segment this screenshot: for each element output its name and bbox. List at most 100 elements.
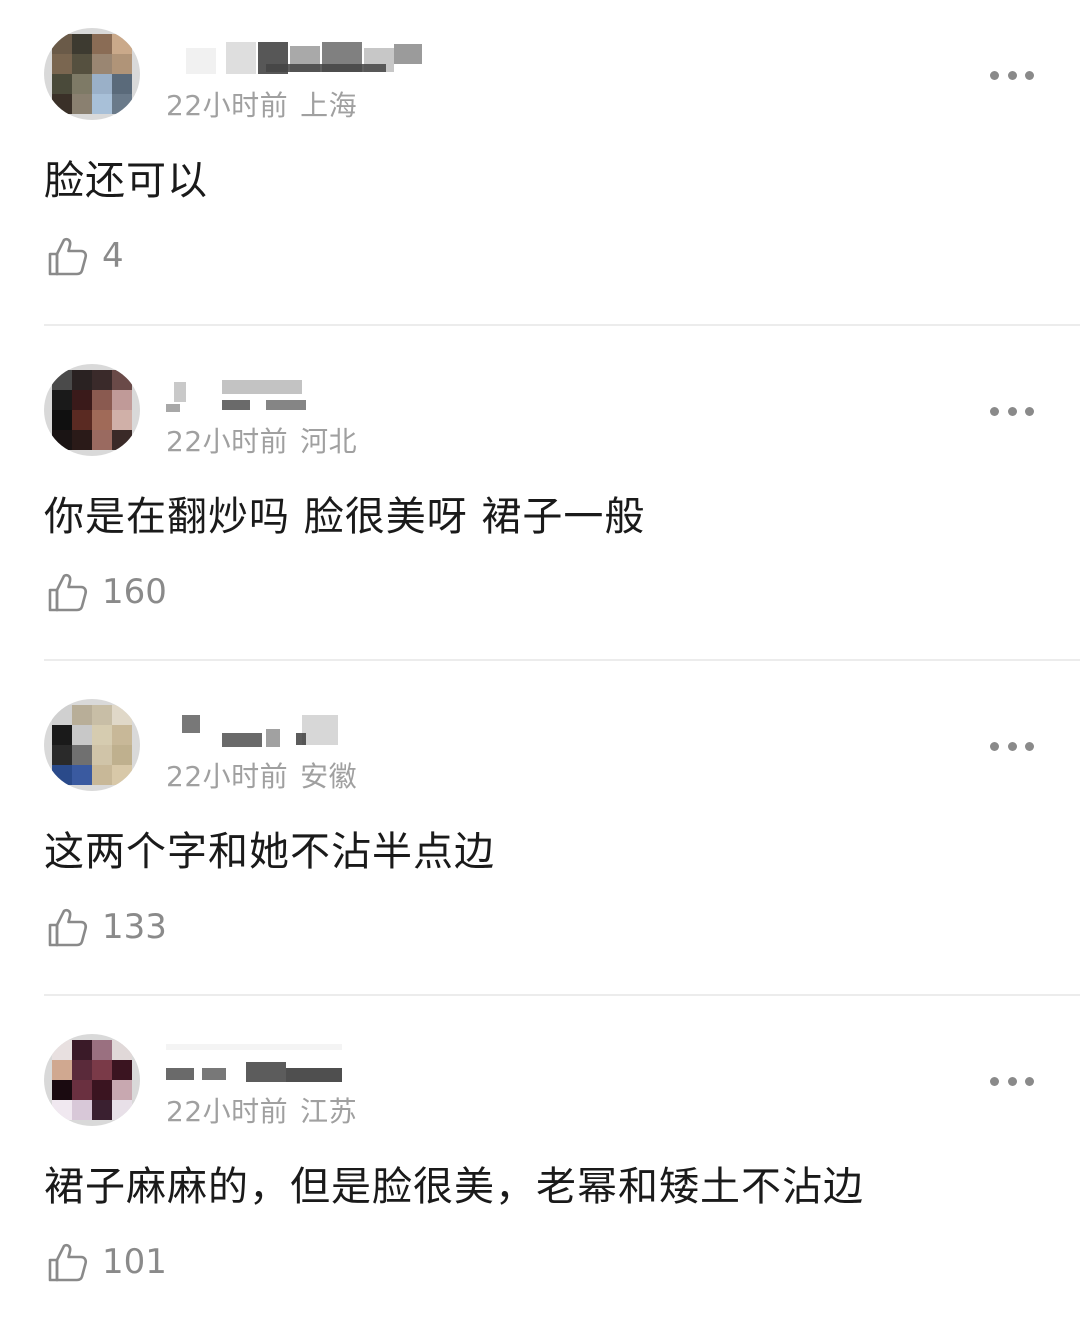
comment-time: 22小时前 (166, 89, 289, 122)
avatar-pixel (92, 54, 112, 74)
more-options-button[interactable] (990, 741, 1034, 751)
comment-text: 这两个字和她不沾半点边 (44, 829, 495, 875)
comment-location: 安徽 (300, 760, 358, 793)
avatar-pixel (112, 54, 132, 74)
comment-location: 上海 (300, 89, 358, 122)
avatar-pixel (52, 725, 72, 745)
avatar-pixel (52, 410, 72, 430)
avatar-pixel (112, 370, 132, 390)
avatar-pixel (112, 1080, 132, 1100)
comment-divider (44, 324, 1080, 326)
avatar-pixel (52, 74, 72, 94)
comment-divider (44, 659, 1080, 661)
username-blur-block (222, 380, 302, 394)
avatar-pixel (72, 725, 92, 745)
avatar[interactable] (44, 1034, 140, 1126)
username-blurred[interactable] (166, 709, 426, 749)
avatar[interactable] (44, 699, 140, 791)
more-dot-icon (1007, 741, 1017, 751)
avatar-pixel (72, 370, 92, 390)
avatar-pixel (72, 705, 92, 725)
more-options-button[interactable] (990, 70, 1034, 80)
username-blurred[interactable] (166, 1044, 426, 1084)
avatar-pixel (112, 410, 132, 430)
more-dot-icon (990, 70, 999, 80)
thumbs-up-icon (48, 908, 88, 947)
comment-text: 裙子麻麻的，但是脸很美，老幂和矮土不沾边 (44, 1164, 864, 1210)
avatar-pixel (52, 1060, 72, 1080)
more-dot-icon (990, 1076, 999, 1086)
avatar-pixel (92, 370, 112, 390)
avatar-pixel (92, 1080, 112, 1100)
thumbs-up-icon (48, 237, 88, 276)
more-options-button[interactable] (990, 406, 1034, 416)
avatar-pixel (52, 1040, 72, 1060)
avatar-pixel (112, 765, 132, 785)
avatar-pixel (112, 94, 132, 114)
comment-item: 22小时前 上海 脸还可以 4 (0, 0, 1080, 335)
avatar-pixel (72, 410, 92, 430)
avatar-pixel (92, 745, 112, 765)
like-count: 133 (102, 907, 167, 947)
avatar-pixel (92, 705, 112, 725)
avatar-pixel (112, 725, 132, 745)
avatar-pixel (112, 705, 132, 725)
like-button[interactable]: 101 (46, 1238, 167, 1286)
avatar[interactable] (44, 364, 140, 456)
avatar-pixel (52, 54, 72, 74)
avatar-pixel (52, 705, 72, 725)
avatar-pixel (92, 74, 112, 94)
avatar-pixel (72, 1040, 92, 1060)
like-count: 101 (102, 1242, 167, 1282)
comment-divider (44, 994, 1080, 996)
comment-meta: 22小时前 安徽 (166, 755, 357, 795)
avatar-pixel (92, 765, 112, 785)
avatar-pixel (52, 1080, 72, 1100)
username-blur-block (166, 404, 180, 412)
username-blurred[interactable] (166, 38, 426, 78)
avatar-pixel (92, 34, 112, 54)
avatar-pixel (72, 1100, 92, 1120)
like-count: 4 (102, 236, 124, 276)
more-dot-icon (990, 741, 999, 751)
username-blur-block (394, 44, 422, 64)
avatar-pixel (112, 74, 132, 94)
username-blur-block (296, 733, 306, 745)
avatar-pixel (72, 430, 92, 450)
more-dot-icon (1007, 70, 1017, 80)
avatar-pixel (52, 430, 72, 450)
more-dot-icon (1025, 70, 1034, 80)
username-blurred[interactable] (166, 374, 426, 414)
comment-time: 22小时前 (166, 425, 289, 458)
avatar-pixel (92, 390, 112, 410)
like-button[interactable]: 4 (46, 232, 124, 280)
like-button[interactable]: 133 (46, 903, 167, 951)
avatar-pixel (92, 1100, 112, 1120)
avatar-pixel (52, 1100, 72, 1120)
avatar-pixel (92, 410, 112, 430)
more-dot-icon (990, 406, 999, 416)
more-options-button[interactable] (990, 1076, 1034, 1086)
avatar-pixel (112, 1100, 132, 1120)
like-button[interactable]: 160 (46, 568, 167, 616)
username-blur-block (266, 64, 386, 72)
avatar-pixel (92, 1040, 112, 1060)
comment-meta: 22小时前 河北 (166, 420, 357, 460)
thumbs-up-icon (48, 573, 88, 612)
more-dot-icon (1025, 1076, 1034, 1086)
more-dot-icon (1007, 406, 1017, 416)
username-blur-block (286, 1068, 342, 1082)
username-blur-block (202, 1068, 226, 1080)
username-blur-block (222, 400, 250, 410)
comment-meta: 22小时前 上海 (166, 84, 357, 124)
avatar-pixel (72, 1080, 92, 1100)
username-blur-block (166, 1044, 342, 1050)
username-blur-block (186, 48, 216, 74)
avatar-pixel (92, 1060, 112, 1080)
username-blur-block (266, 729, 280, 747)
comment-item: 22小时前 河北 你是在翻炒吗 脸很美呀 裙子一般 160 (0, 336, 1080, 671)
username-blur-block (222, 733, 262, 747)
avatar-pixel (92, 725, 112, 745)
avatar-pixel (52, 94, 72, 114)
avatar[interactable] (44, 28, 140, 120)
